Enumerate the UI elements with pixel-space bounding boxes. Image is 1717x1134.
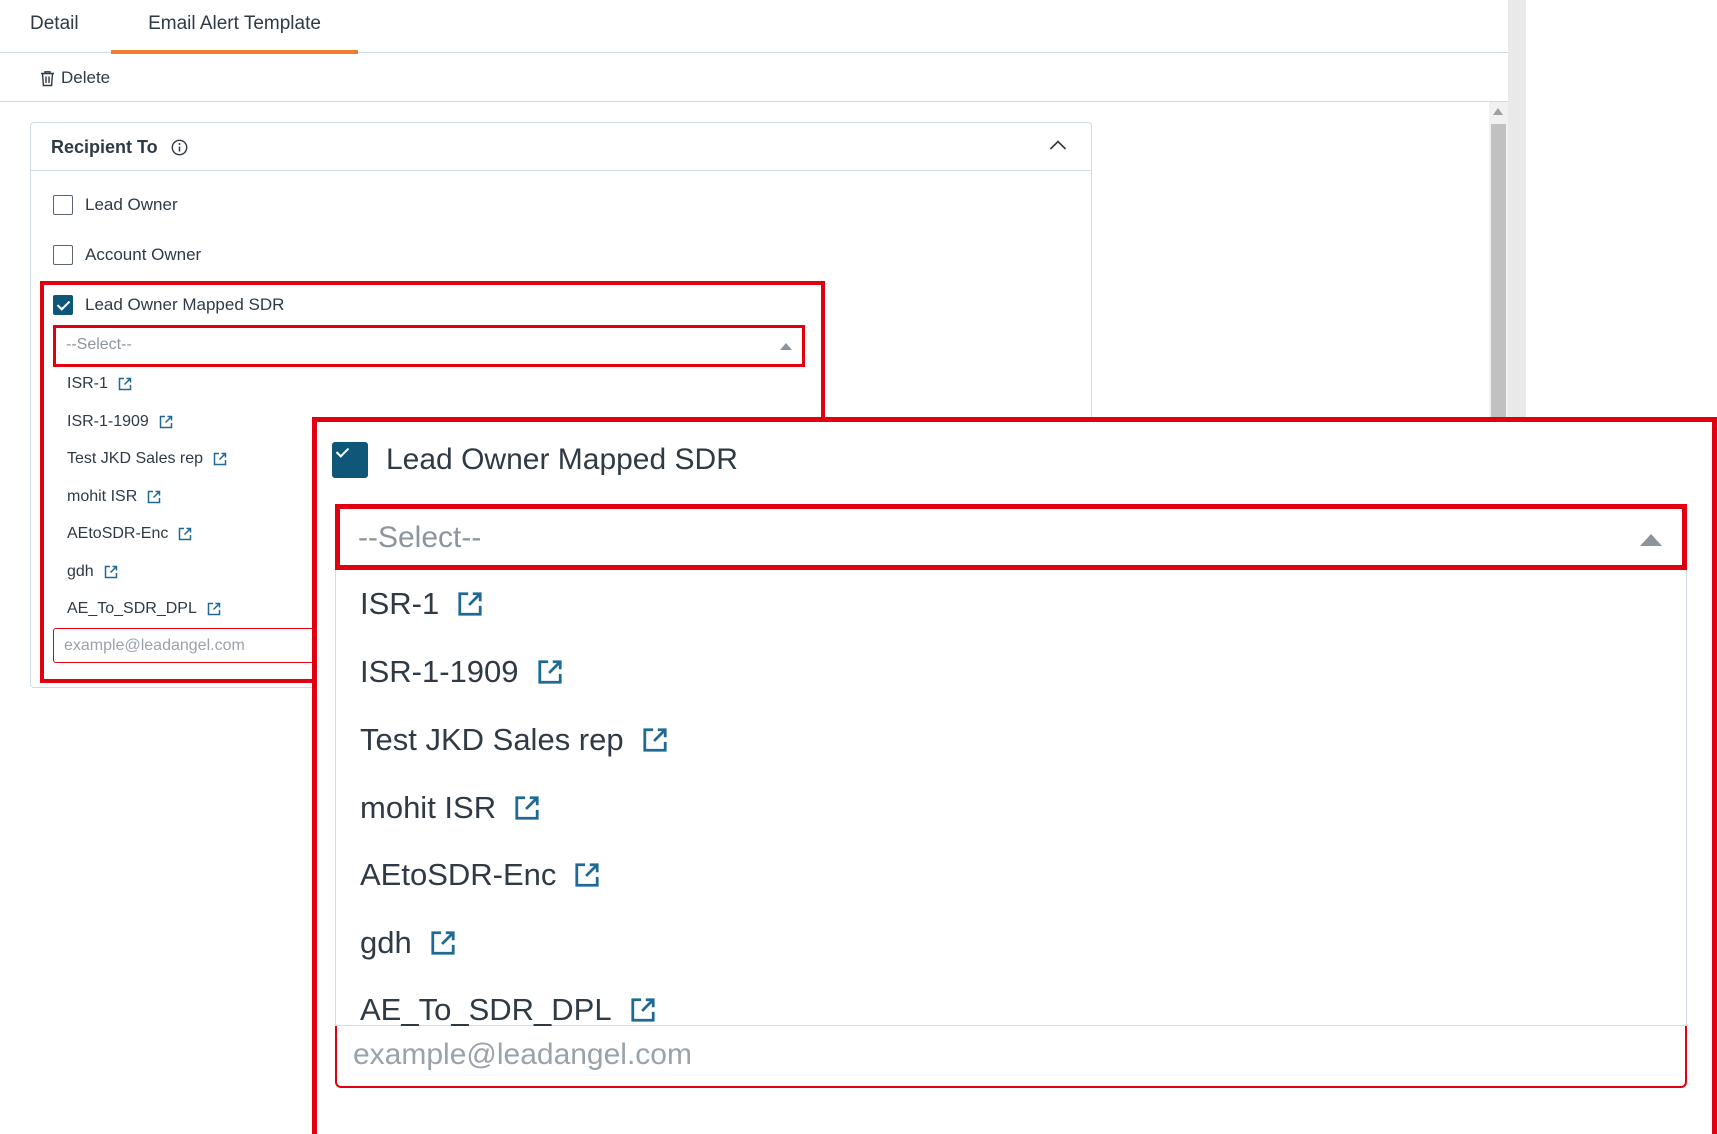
tab-detail[interactable]: Detail: [30, 0, 79, 53]
external-link-icon[interactable]: [574, 862, 600, 888]
toolbar: Delete: [0, 53, 1508, 102]
zoom-mapped-sdr-label: Lead Owner Mapped SDR: [386, 443, 738, 476]
option-label: Test JKD Sales rep: [360, 722, 624, 757]
panel-title: Recipient To: [51, 137, 158, 157]
lead-owner-checkbox[interactable]: [53, 195, 73, 215]
external-link-icon[interactable]: [514, 795, 540, 821]
lead-owner-label: Lead Owner: [85, 195, 178, 214]
delete-label: Delete: [61, 68, 111, 87]
option-label: AE_To_SDR_DPL: [360, 992, 612, 1027]
zoom-select-placeholder: --Select--: [358, 521, 482, 554]
zoom-callout: Lead Owner Mapped SDR --Select-- ISR-1 I…: [312, 417, 1717, 1134]
zoom-mapped-sdr-option[interactable]: Lead Owner Mapped SDR: [332, 442, 738, 478]
external-link-icon[interactable]: [430, 930, 456, 956]
zoom-option-test-jkd-sales-rep[interactable]: Test JKD Sales rep: [360, 722, 668, 758]
delete-button[interactable]: Delete: [40, 66, 110, 90]
account-owner-checkbox[interactable]: [53, 245, 73, 265]
zoom-email-input[interactable]: example@leadangel.com: [335, 1026, 1687, 1088]
zoom-email-placeholder: example@leadangel.com: [353, 1038, 692, 1071]
external-link-icon[interactable]: [642, 727, 668, 753]
zoom-mapped-sdr-checkbox[interactable]: [332, 442, 368, 478]
tab-email-alert-template[interactable]: Email Alert Template: [111, 0, 358, 54]
zoom-option-isr-1-1909[interactable]: ISR-1-1909: [360, 654, 563, 690]
external-link-icon[interactable]: [537, 659, 563, 685]
info-icon[interactable]: [171, 139, 188, 156]
option-label: mohit ISR: [360, 790, 497, 825]
chevron-up-icon[interactable]: [1049, 139, 1067, 151]
zoom-option-aetosdr-enc[interactable]: AEtoSDR-Enc: [360, 857, 600, 893]
zoom-options-list: ISR-1 ISR-1-1909 Test JKD Sales rep mohi…: [335, 570, 1687, 1028]
option-label: AEtoSDR-Enc: [360, 857, 557, 892]
tab-bar: Detail Email Alert Template: [0, 0, 1508, 54]
external-link-icon[interactable]: [630, 997, 656, 1023]
option-label: gdh: [360, 925, 412, 960]
option-label: ISR-1-1909: [360, 654, 519, 689]
highlight-select: [53, 325, 805, 367]
external-link-icon[interactable]: [457, 591, 483, 617]
trash-icon: [41, 70, 54, 86]
zoom-option-mohit-isr[interactable]: mohit ISR: [360, 790, 540, 826]
scroll-up-arrow[interactable]: [1493, 108, 1503, 115]
zoom-sdr-select[interactable]: --Select--: [335, 504, 1687, 570]
option-label: ISR-1: [360, 586, 440, 621]
zoom-option-ae-to-sdr-dpl[interactable]: AE_To_SDR_DPL: [360, 992, 656, 1028]
zoom-option-isr-1[interactable]: ISR-1: [360, 586, 483, 622]
account-owner-option[interactable]: Account Owner: [53, 245, 201, 265]
lead-owner-option[interactable]: Lead Owner: [53, 195, 178, 215]
zoom-option-gdh[interactable]: gdh: [360, 925, 456, 961]
panel-header[interactable]: Recipient To: [31, 123, 1091, 171]
account-owner-label: Account Owner: [85, 245, 202, 264]
caret-up-icon: [1640, 534, 1662, 546]
